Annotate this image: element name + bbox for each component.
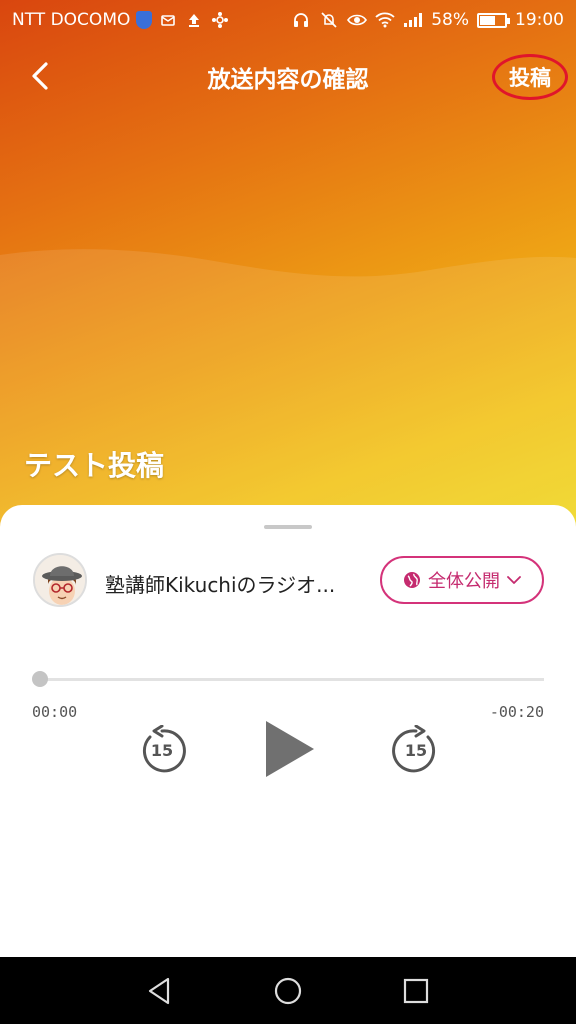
play-icon	[266, 721, 314, 777]
clock: 19:00	[515, 10, 564, 30]
top-bar: 放送内容の確認 投稿	[0, 48, 576, 108]
system-nav-bar	[0, 957, 576, 1024]
avatar-illustration	[35, 555, 85, 605]
rewind-15-button[interactable]: 15	[136, 724, 188, 777]
nav-recent-icon[interactable]	[400, 975, 432, 1007]
visibility-dropdown[interactable]: 全体公開	[380, 556, 544, 604]
carrier-label: NTT DOCOMO	[12, 10, 131, 30]
player-sheet: 塾講師Kikuchiのラジオ... 全体公開 00:00 -00:20 15 1…	[0, 505, 576, 957]
headphones-icon	[291, 10, 311, 30]
post-button[interactable]: 投稿	[492, 54, 568, 100]
wifi-icon	[375, 10, 395, 30]
channel-avatar[interactable]	[33, 553, 87, 607]
sms-icon	[158, 10, 178, 30]
episode-title: テスト投稿	[24, 449, 165, 482]
remaining-time: -00:20	[489, 703, 544, 721]
progress-track[interactable]	[40, 678, 544, 681]
status-bar: NTT DOCOMO 58% 19:00	[0, 0, 576, 40]
chevron-down-icon	[507, 576, 521, 584]
mute-icon	[319, 10, 339, 30]
rewind-seconds: 15	[150, 741, 174, 760]
eye-icon	[347, 10, 368, 30]
nav-back-icon[interactable]	[144, 975, 176, 1007]
upload-icon	[184, 10, 204, 30]
progress-thumb[interactable]	[32, 671, 48, 687]
play-button[interactable]	[260, 717, 320, 781]
signal-icon	[403, 10, 423, 30]
shield-icon	[136, 11, 153, 29]
drag-handle[interactable]	[264, 525, 312, 529]
battery-fill	[480, 15, 496, 25]
globe-icon	[404, 572, 420, 588]
nav-home-icon[interactable]	[272, 975, 304, 1007]
forward-15-button[interactable]: 15	[390, 724, 442, 777]
forward-seconds: 15	[404, 741, 428, 760]
visibility-label: 全体公開	[428, 571, 500, 592]
sync-icon	[210, 10, 230, 30]
channel-name[interactable]: 塾講師Kikuchiのラジオ...	[105, 569, 355, 598]
battery-icon	[477, 12, 510, 28]
battery-percent: 58%	[431, 10, 469, 30]
page-title: 放送内容の確認	[207, 67, 369, 93]
current-time: 00:00	[32, 703, 78, 721]
